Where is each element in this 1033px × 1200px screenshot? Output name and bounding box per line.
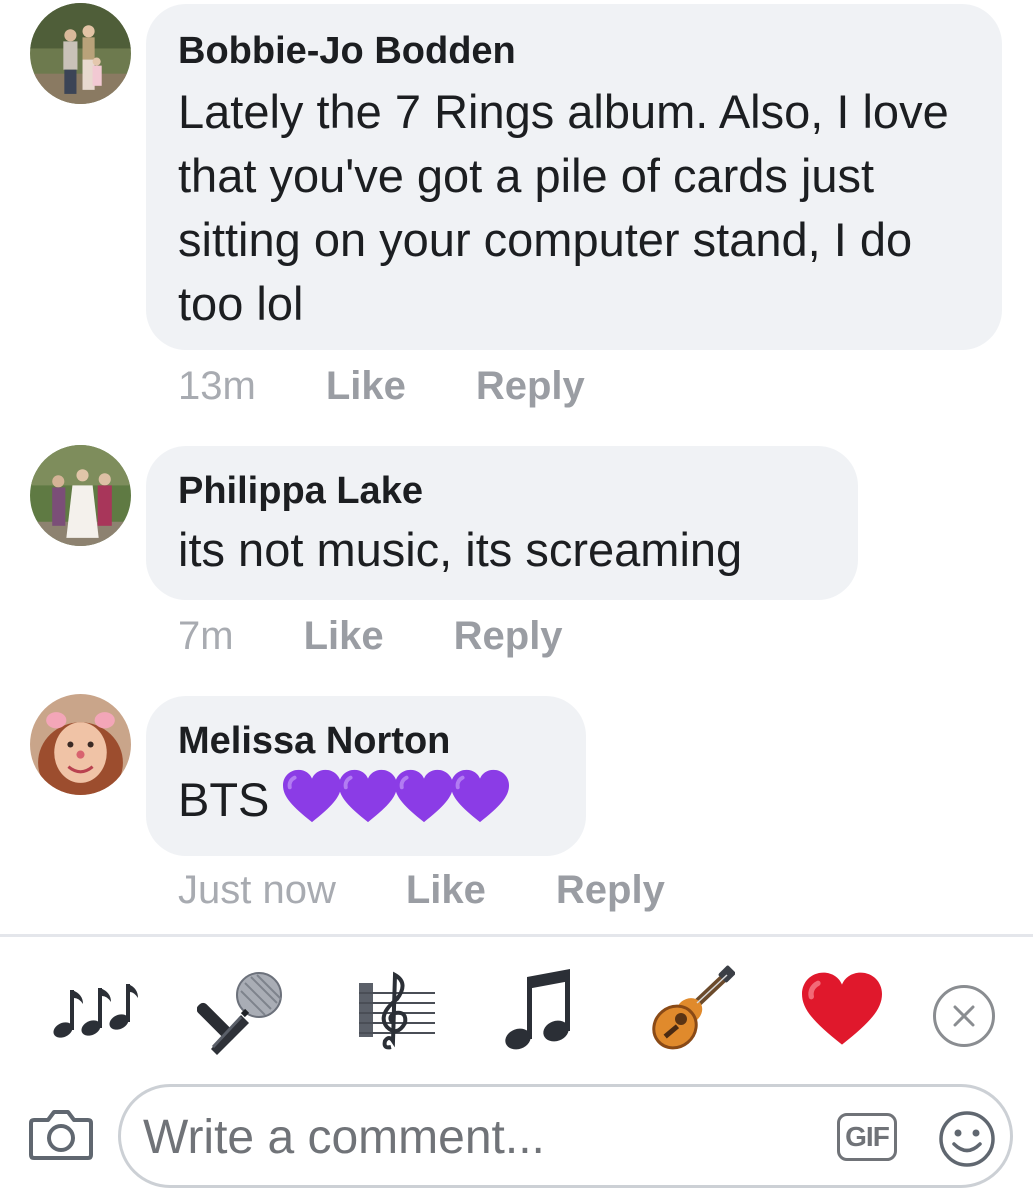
emoji-suggestion-bar <box>0 960 1033 1070</box>
red-heart-icon[interactable] <box>792 960 892 1060</box>
musical-notes-icon[interactable] <box>44 960 144 1060</box>
guitar-icon[interactable] <box>640 960 740 1060</box>
purple-heart-icon <box>449 768 511 826</box>
comment-text: BTS <box>178 768 554 842</box>
comment-timestamp: 7m <box>178 614 234 658</box>
heart-emoji-group <box>281 768 510 842</box>
comment-actions: Just now Like Reply <box>178 866 735 914</box>
avatar[interactable] <box>30 3 131 104</box>
avatar[interactable] <box>30 445 131 546</box>
comment-text: its not music, its screaming <box>178 523 743 576</box>
reply-button[interactable]: Reply <box>454 612 563 660</box>
purple-heart-icon <box>393 768 455 826</box>
comment-actions: 7m Like Reply <box>178 612 633 660</box>
comments-screen: Bobbie-Jo Bodden Lately the 7 Rings albu… <box>0 0 1033 1200</box>
comment-text-body: BTS <box>178 773 270 826</box>
reply-button[interactable]: Reply <box>556 866 665 914</box>
comment-bubble: Melissa Norton BTS <box>146 696 586 856</box>
comment-author[interactable]: Philippa Lake <box>178 468 826 514</box>
comment-timestamp: 13m <box>178 364 256 408</box>
like-button[interactable]: Like <box>406 866 486 914</box>
divider <box>0 934 1033 937</box>
purple-heart-icon <box>281 768 343 826</box>
microphone-icon[interactable] <box>192 960 292 1060</box>
reply-button[interactable]: Reply <box>476 362 585 410</box>
comment-actions: 13m Like Reply <box>178 362 655 410</box>
comment-author[interactable]: Melissa Norton <box>178 718 554 764</box>
like-button[interactable]: Like <box>304 612 384 660</box>
like-button[interactable]: Like <box>326 362 406 410</box>
smiley-icon[interactable] <box>937 1109 997 1169</box>
purple-heart-icon <box>337 768 399 826</box>
comment-bubble: Philippa Lake its not music, its screami… <box>146 446 858 600</box>
comment-composer: GIF <box>118 1084 1013 1188</box>
comment-timestamp: Just now <box>178 868 336 912</box>
comment-author[interactable]: Bobbie-Jo Bodden <box>178 28 970 74</box>
close-icon[interactable] <box>933 985 995 1047</box>
gif-icon[interactable]: GIF <box>837 1113 897 1161</box>
avatar[interactable] <box>30 694 131 795</box>
musical-note-icon[interactable] <box>488 960 588 1060</box>
camera-icon[interactable] <box>28 1106 94 1162</box>
comment-bubble: Bobbie-Jo Bodden Lately the 7 Rings albu… <box>146 4 1002 350</box>
comment-text: Lately the 7 Rings album. Also, I love t… <box>178 85 949 330</box>
musical-score-icon[interactable] <box>342 960 442 1060</box>
comment-input[interactable] <box>143 1105 823 1169</box>
